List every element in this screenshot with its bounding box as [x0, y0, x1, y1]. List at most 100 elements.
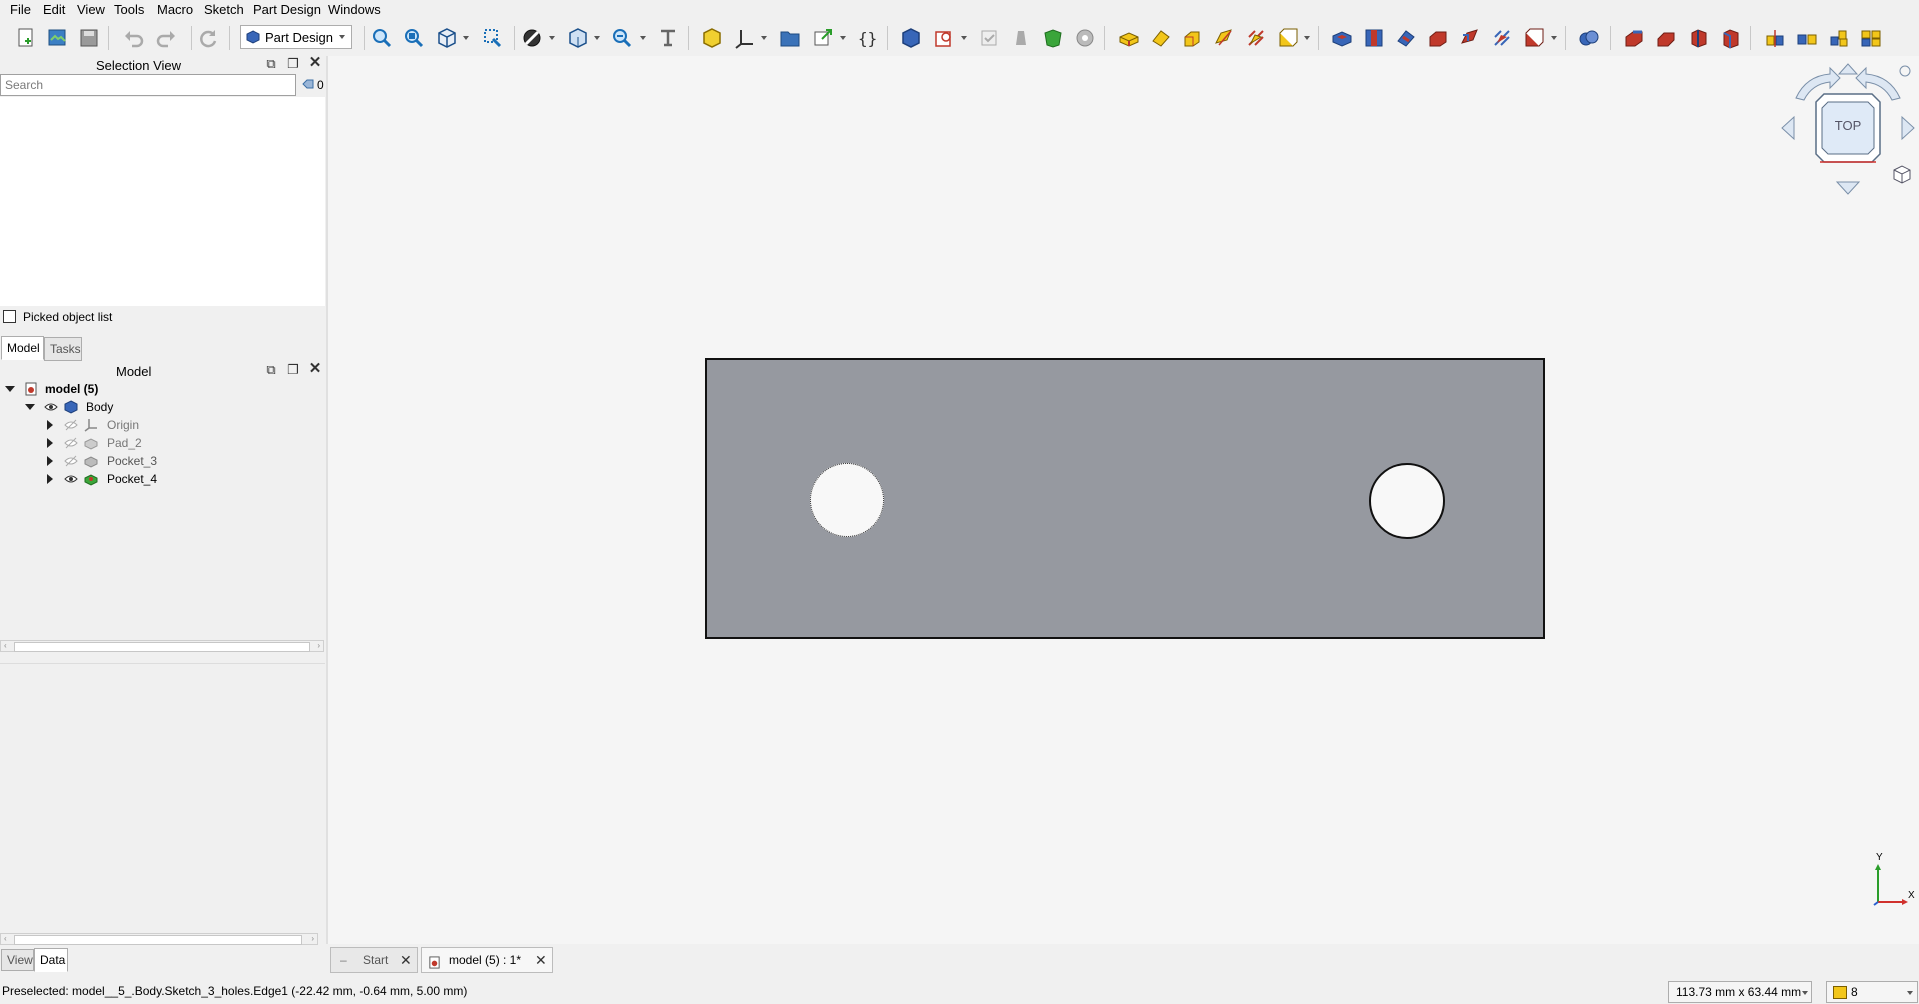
nav-menu-icon[interactable]	[1899, 65, 1911, 77]
multi-transform-icon[interactable]	[1858, 25, 1884, 51]
tab-view[interactable]: View	[1, 949, 34, 971]
close-tab-icon[interactable]: ✕	[400, 948, 412, 972]
nav-arrow-up-icon[interactable]	[1837, 63, 1859, 75]
thickness-icon[interactable]	[1718, 25, 1744, 51]
tree-item-origin[interactable]: Origin	[47, 416, 307, 434]
plate-part[interactable]	[705, 358, 1545, 639]
view-menu-cube-icon[interactable]	[1893, 165, 1911, 184]
eye-visible-icon[interactable]	[44, 400, 58, 414]
close-panel-icon[interactable]: ✕	[308, 55, 322, 70]
create-sketch-icon[interactable]	[931, 25, 957, 51]
new-document-icon[interactable]	[13, 25, 39, 51]
measure-icon[interactable]	[655, 25, 681, 51]
additive-primitive-icon[interactable]	[1275, 25, 1301, 51]
expand-arrow-icon[interactable]	[47, 420, 53, 430]
validate-sketch-icon[interactable]	[976, 25, 1002, 51]
chevron-down-icon[interactable]	[594, 36, 600, 40]
menu-edit[interactable]: Edit	[43, 1, 65, 18]
create-body-icon[interactable]	[898, 25, 924, 51]
float-panel-icon[interactable]: ⧉	[264, 363, 278, 377]
subtractive-helix-icon[interactable]	[1489, 25, 1515, 51]
tree-item-document[interactable]: model (5)	[5, 380, 305, 398]
hole-icon[interactable]	[1361, 25, 1387, 51]
chevron-down-icon[interactable]	[840, 36, 846, 40]
search-input[interactable]	[0, 74, 296, 96]
create-group-icon[interactable]	[777, 25, 803, 51]
eye-visible-icon[interactable]	[64, 472, 78, 486]
linear-pattern-icon[interactable]	[1794, 25, 1820, 51]
chevron-down-icon[interactable]	[961, 36, 967, 40]
link-icon[interactable]	[810, 25, 836, 51]
tab-model-document[interactable]: model (5) : 1* ✕	[421, 947, 553, 973]
fit-all-icon[interactable]	[369, 25, 395, 51]
scrollbar-thumb[interactable]	[14, 642, 310, 652]
expand-arrow-icon[interactable]	[47, 474, 53, 484]
nav-arrow-down-icon[interactable]	[1835, 181, 1861, 195]
chevron-down-icon[interactable]	[640, 36, 646, 40]
chamfer-icon[interactable]	[1653, 25, 1679, 51]
scroll-left-icon[interactable]: ‹	[4, 641, 7, 650]
box-zoom-icon[interactable]	[479, 25, 505, 51]
subtractive-pipe-icon[interactable]	[1457, 25, 1483, 51]
eye-hidden-icon[interactable]	[64, 436, 78, 450]
eye-hidden-icon[interactable]	[64, 454, 78, 468]
property-editor[interactable]	[0, 663, 325, 937]
float-panel-icon[interactable]: ⧉	[264, 57, 278, 71]
create-part-icon[interactable]	[699, 25, 725, 51]
chevron-down-icon[interactable]	[761, 36, 767, 40]
refresh-icon[interactable]	[195, 25, 221, 51]
expand-arrow-icon[interactable]	[25, 404, 35, 410]
shape-binder-icon[interactable]	[1040, 25, 1066, 51]
polar-pattern-icon[interactable]	[1826, 25, 1852, 51]
tree-item-pad[interactable]: Pad_2	[47, 434, 307, 452]
groove-icon[interactable]	[1393, 25, 1419, 51]
tab-data[interactable]: Data	[34, 948, 68, 972]
clone-icon[interactable]	[1008, 25, 1034, 51]
isometric-view-icon[interactable]	[434, 25, 460, 51]
dimension-selector[interactable]: 113.73 mm x 63.44 mm	[1668, 981, 1812, 1003]
scroll-left-icon[interactable]: ‹	[4, 934, 7, 943]
hole-left-preselected[interactable]	[810, 463, 884, 537]
revolution-icon[interactable]	[1148, 25, 1174, 51]
zoom-icon[interactable]	[609, 25, 635, 51]
subtractive-primitive-icon[interactable]	[1521, 25, 1547, 51]
expand-arrow-icon[interactable]	[5, 386, 15, 392]
undo-icon[interactable]	[121, 25, 147, 51]
tree-item-pocket-4[interactable]: Pocket_4	[47, 470, 307, 488]
expand-arrow-icon[interactable]	[47, 456, 53, 466]
scrollbar-thumb[interactable]	[14, 935, 302, 945]
chevron-down-icon[interactable]	[1304, 36, 1310, 40]
chevron-down-icon[interactable]	[549, 36, 555, 40]
additive-loft-icon[interactable]	[1180, 25, 1206, 51]
selection-list[interactable]	[0, 97, 325, 306]
redo-icon[interactable]	[153, 25, 179, 51]
draft-icon[interactable]	[1686, 25, 1712, 51]
expand-arrow-icon[interactable]	[47, 438, 53, 448]
workbench-selector[interactable]: Part Design	[240, 25, 352, 49]
scroll-right-icon[interactable]: ›	[311, 934, 314, 943]
draw-style-icon[interactable]	[519, 25, 545, 51]
picked-object-checkbox[interactable]	[3, 310, 16, 323]
menu-macro[interactable]: Macro	[157, 1, 193, 18]
tree-horizontal-scrollbar[interactable]: ‹ ›	[0, 640, 324, 652]
fillet-icon[interactable]	[1621, 25, 1647, 51]
tree-item-body[interactable]: Body	[25, 398, 305, 416]
clear-selection-icon[interactable]	[302, 78, 314, 90]
boolean-icon[interactable]	[1576, 25, 1602, 51]
menu-tools[interactable]: Tools	[114, 1, 144, 18]
create-datum-icon[interactable]	[731, 25, 757, 51]
undock-panel-icon[interactable]: ❐	[286, 57, 300, 71]
tab-tasks[interactable]: Tasks	[44, 337, 82, 361]
standard-views-icon[interactable]	[565, 25, 591, 51]
menu-sketch[interactable]: Sketch	[204, 1, 244, 18]
hole-right[interactable]	[1369, 463, 1445, 539]
menu-file[interactable]: File	[10, 1, 31, 18]
undock-panel-icon[interactable]: ❐	[286, 363, 300, 377]
tab-model[interactable]: Model	[1, 336, 44, 360]
navigation-style-selector[interactable]: 8	[1826, 981, 1918, 1003]
pocket-icon[interactable]	[1329, 25, 1355, 51]
menu-windows[interactable]: Windows	[328, 1, 381, 18]
subshape-binder-icon[interactable]	[1072, 25, 1098, 51]
navigation-cube[interactable]: TOP	[1778, 58, 1918, 198]
macro-braces-icon[interactable]: {}	[854, 25, 880, 51]
